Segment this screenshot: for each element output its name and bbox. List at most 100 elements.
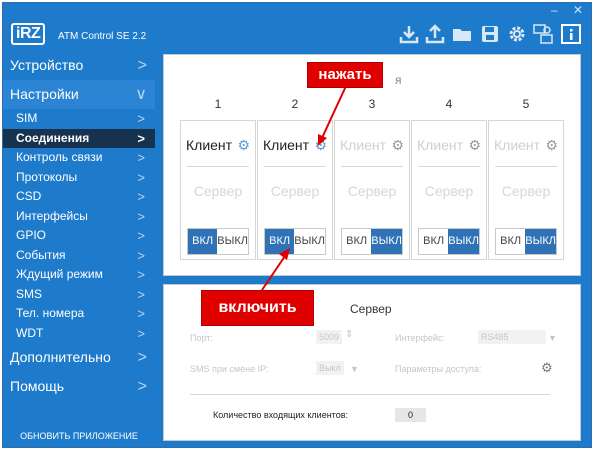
chevron-right-icon: > <box>137 130 145 146</box>
connection-card-2: Клиент ⚙ Сервер ВКЛ ВЫКЛ <box>257 120 333 260</box>
chevron-right-icon: > <box>137 111 145 126</box>
sms-ip-select[interactable]: Выкл <box>316 361 344 375</box>
sidebar-item-gpio[interactable]: GPIO > <box>3 226 155 246</box>
sidebar-item-settings[interactable]: Настройки ∨ <box>3 80 155 109</box>
on-off-toggle[interactable]: ВКЛ ВЫКЛ <box>341 228 403 255</box>
connection-card-4: Клиент ⚙ Сервер ВКЛ ВЫКЛ <box>411 120 487 260</box>
sidebar-item-label: CSD <box>16 189 42 203</box>
client-label: Клиент <box>494 137 541 153</box>
toggle-off[interactable]: ВЫКЛ <box>448 229 479 254</box>
connection-card-5: Клиент ⚙ Сервер ВКЛ ВЫКЛ <box>488 120 564 260</box>
chevron-right-icon: > <box>137 306 145 321</box>
sidebar-item-label: Ждущий режим <box>16 267 103 281</box>
divider <box>187 166 249 167</box>
toggle-off[interactable]: ВЫКЛ <box>371 229 402 254</box>
upload-icon[interactable] <box>424 23 446 45</box>
annotation-enable: включить <box>201 290 314 326</box>
column-number: 1 <box>214 97 222 111</box>
minimize-button[interactable]: – <box>551 3 558 17</box>
sidebar-item-label: WDT <box>16 325 44 340</box>
chevron-down-icon[interactable]: ▼ <box>350 364 359 374</box>
on-off-toggle[interactable]: ВКЛ ВЫКЛ <box>495 228 557 255</box>
toggle-on[interactable]: ВКЛ <box>265 229 295 254</box>
toggle-on[interactable]: ВКЛ <box>188 229 218 254</box>
sidebar-item-sms[interactable]: SMS > <box>3 285 155 305</box>
server-label: Сервер <box>347 183 397 199</box>
info-icon[interactable] <box>560 23 582 45</box>
sidebar-item-csd[interactable]: CSD > <box>3 187 155 207</box>
sidebar-item-standby[interactable]: Ждущий режим > <box>3 265 155 285</box>
toggle-off[interactable]: ВЫКЛ <box>525 229 556 254</box>
annotation-press: нажать <box>307 62 383 88</box>
connection-card-3: Клиент ⚙ Сервер ВКЛ ВЫКЛ <box>334 120 410 260</box>
server-label: Сервер <box>193 183 243 199</box>
toggle-on[interactable]: ВКЛ <box>496 229 525 254</box>
server-label: Сервер <box>501 183 551 199</box>
chevron-right-icon: > <box>137 325 145 341</box>
toggle-on[interactable]: ВКЛ <box>342 229 371 254</box>
update-app-button[interactable]: ОБНОВИТЬ ПРИЛОЖЕНИЕ <box>3 431 155 441</box>
chevron-right-icon: > <box>137 57 147 74</box>
folder-icon[interactable] <box>451 23 473 45</box>
chevron-right-icon: > <box>137 349 147 366</box>
gear-icon[interactable]: ⚙ <box>237 137 250 154</box>
sidebar-item-events[interactable]: События > <box>3 246 155 266</box>
gear-icon[interactable]: ⚙ <box>314 137 327 154</box>
server-label: Сервер <box>424 183 474 199</box>
sidebar-item-label: Контроль связи <box>16 150 103 164</box>
download-icon[interactable] <box>398 23 420 45</box>
stepper-icon[interactable]: ⇕ <box>345 329 353 340</box>
sidebar-item-wdt[interactable]: WDT > <box>3 324 155 344</box>
gear-icon[interactable] <box>506 23 528 45</box>
sidebar-item-sim[interactable]: SIM > <box>3 109 155 129</box>
divider <box>418 166 480 167</box>
gear-icon[interactable]: ⚙ <box>468 137 481 154</box>
app-logo: iRZ <box>11 23 46 45</box>
on-off-toggle[interactable]: ВКЛ ВЫКЛ <box>187 228 249 255</box>
sms-ip-label: SMS при смене IP: <box>190 364 269 374</box>
sidebar: Устройство > Настройки ∨ SIM > Соединения… <box>3 51 155 448</box>
chevron-right-icon: > <box>137 286 145 302</box>
access-params-label: Параметры доступа: <box>395 364 482 374</box>
toggle-on[interactable]: ВКЛ <box>419 229 448 254</box>
sidebar-item-help[interactable]: Помощь > <box>3 372 155 401</box>
interface-select[interactable]: RS485 <box>478 330 546 344</box>
gear-icon[interactable]: ⚙ <box>391 137 404 154</box>
client-label: Клиент <box>417 137 464 153</box>
chevron-right-icon: > <box>137 247 145 263</box>
chevron-right-icon: > <box>137 267 145 282</box>
chevron-right-icon: > <box>137 228 145 243</box>
client-label: Клиент <box>186 137 233 153</box>
close-button[interactable]: ✕ <box>573 3 583 17</box>
sidebar-item-additional[interactable]: Дополнительно > <box>3 343 155 372</box>
connections-header-fragment: я <box>395 73 402 87</box>
client-label: Клиент <box>340 137 387 153</box>
sidebar-item-connections[interactable]: Соединения > <box>3 128 155 148</box>
sidebar-item-device[interactable]: Устройство > <box>3 51 155 80</box>
sidebar-item-label: Помощь <box>10 378 65 394</box>
incoming-clients-value: 0 <box>395 408 426 422</box>
sidebar-item-label: Интерфейсы <box>16 208 88 223</box>
sidebar-item-phone-numbers[interactable]: Тел. номера > <box>3 304 155 324</box>
toggle-off[interactable]: ВЫКЛ <box>217 229 248 254</box>
port-input[interactable]: 5009 <box>316 330 343 344</box>
sidebar-item-interfaces[interactable]: Интерфейсы > <box>3 207 155 227</box>
sidebar-item-label: Устройство <box>10 57 84 73</box>
interface-label: Интерфейс: <box>395 333 445 343</box>
save-icon[interactable] <box>479 23 501 45</box>
client-label: Клиент <box>263 137 310 153</box>
on-off-toggle[interactable]: ВКЛ ВЫКЛ <box>418 228 480 255</box>
sidebar-item-label: Протоколы <box>16 169 78 184</box>
chevron-right-icon: > <box>137 150 145 165</box>
divider <box>264 166 326 167</box>
sidebar-item-link-control[interactable]: Контроль связи > <box>3 148 155 168</box>
chevron-right-icon: > <box>137 378 147 395</box>
chevron-down-icon[interactable]: ▼ <box>548 333 557 343</box>
lan-settings-icon[interactable] <box>532 23 554 45</box>
sidebar-item-protocols[interactable]: Протоколы > <box>3 168 155 188</box>
gear-icon[interactable]: ⚙ <box>541 360 553 376</box>
gear-icon[interactable]: ⚙ <box>545 137 558 154</box>
toggle-off[interactable]: ВЫКЛ <box>294 229 325 254</box>
chevron-down-icon: ∨ <box>135 86 147 103</box>
on-off-toggle[interactable]: ВКЛ ВЫКЛ <box>264 228 326 255</box>
